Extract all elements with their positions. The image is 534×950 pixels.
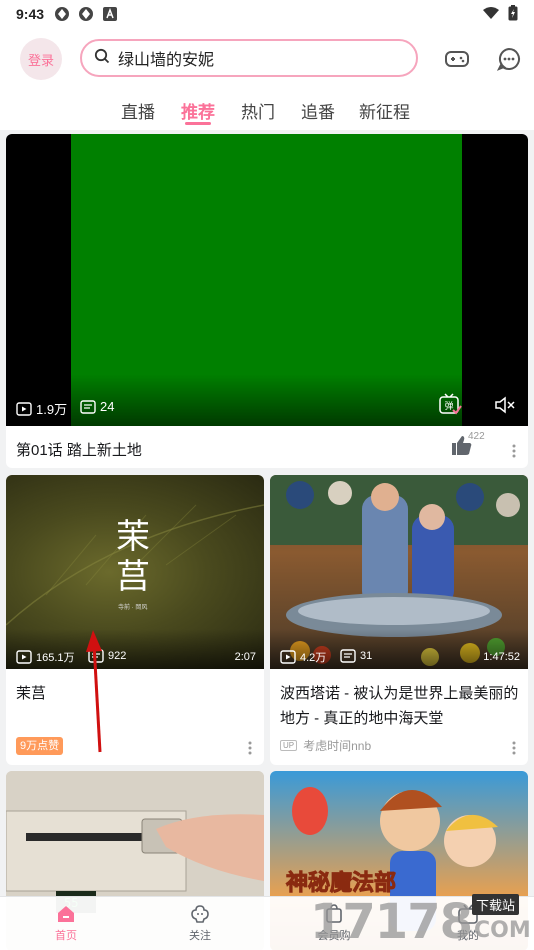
more-options-icon[interactable] bbox=[248, 741, 252, 755]
game-center-icon[interactable] bbox=[444, 46, 470, 72]
danmaku-count: 31 bbox=[340, 649, 372, 663]
home-icon bbox=[58, 906, 74, 922]
uploader-name: 考虑时间nnb bbox=[303, 739, 372, 753]
search-icon bbox=[94, 48, 110, 69]
nav-following[interactable]: 关注 bbox=[170, 903, 230, 943]
play-count-icon bbox=[16, 401, 32, 416]
danmaku-icon bbox=[340, 649, 356, 663]
danmaku-count: 24 bbox=[80, 399, 114, 414]
following-icon bbox=[191, 905, 209, 923]
annotation-arrow bbox=[86, 630, 102, 753]
video-title[interactable]: 茉莒 bbox=[16, 681, 256, 706]
danmaku-toggle-icon[interactable]: 弹 bbox=[438, 393, 466, 415]
video-card[interactable]: 4.2万 31 1:47:52 波西塔诺 - 被认为是世界上最美丽的地方 - 真… bbox=[270, 475, 528, 765]
uploader-line[interactable]: UP 考虑时间nnb bbox=[280, 737, 371, 754]
site-watermark: 17178 下载站 COM bbox=[310, 890, 534, 950]
video-card[interactable]: 茉 莒 寺前 · 岡风 165.1万 922 2:07 茉莒 9万点赞 bbox=[6, 475, 264, 765]
thumbnail-title-art: 茉 莒 bbox=[116, 518, 150, 596]
svg-text:弹: 弹 bbox=[444, 400, 453, 412]
featured-video-title[interactable]: 第01话 踏上新土地 bbox=[16, 439, 142, 460]
view-count: 4.2万 bbox=[280, 649, 326, 665]
tab-hot[interactable]: 热门 bbox=[241, 98, 275, 123]
login-button[interactable]: 登录 bbox=[20, 38, 62, 80]
message-icon[interactable] bbox=[496, 46, 522, 72]
app-notification-icon bbox=[102, 6, 118, 22]
top-bar: 登录 绿山墙的安妮 bbox=[0, 28, 534, 90]
notification-icon bbox=[54, 6, 70, 22]
play-count-icon bbox=[16, 650, 32, 664]
status-time: 9:43 bbox=[16, 6, 45, 22]
channel-tabs: 直播 推荐 热门 追番 新征程 bbox=[0, 90, 534, 130]
mute-icon[interactable] bbox=[494, 395, 520, 415]
like-count: 422 bbox=[468, 431, 485, 442]
video-duration: 1:47:52 bbox=[483, 651, 520, 663]
notification-icon bbox=[78, 6, 94, 22]
danmaku-icon bbox=[80, 399, 96, 414]
tab-new-journey[interactable]: 新征程 bbox=[359, 98, 410, 123]
video-duration: 2:07 bbox=[234, 651, 256, 663]
more-options-icon[interactable] bbox=[512, 741, 516, 755]
video-title[interactable]: 波西塔诺 - 被认为是世界上最美丽的地方 - 真正的地中海天堂 bbox=[280, 681, 520, 731]
watermark-brand: 17178 bbox=[310, 894, 473, 950]
watermark-suffix: COM bbox=[474, 918, 531, 943]
more-options-icon[interactable] bbox=[512, 444, 516, 458]
search-input[interactable]: 绿山墙的安妮 bbox=[80, 39, 418, 77]
video-thumbnail[interactable]: 4.2万 31 1:47:52 bbox=[270, 475, 528, 669]
status-bar: 9:43 bbox=[0, 0, 534, 28]
view-count: 165.1万 bbox=[16, 649, 75, 665]
play-count-icon bbox=[280, 650, 296, 664]
battery-icon bbox=[508, 4, 518, 24]
nav-home[interactable]: 首页 bbox=[36, 903, 96, 943]
wifi-icon bbox=[482, 6, 500, 23]
active-tab-indicator bbox=[185, 122, 211, 125]
video-player[interactable]: 1.9万 24 弹 bbox=[6, 134, 528, 426]
tab-anime[interactable]: 追番 bbox=[301, 98, 335, 123]
search-query-text: 绿山墙的安妮 bbox=[118, 52, 215, 69]
likes-badge: 9万点赞 bbox=[16, 737, 64, 755]
featured-video-card[interactable]: 1.9万 24 弹 第01话 踏上新土地 422 bbox=[6, 134, 528, 468]
video-thumbnail[interactable]: 茉 莒 寺前 · 岡风 165.1万 922 2:07 bbox=[6, 475, 264, 669]
tab-recommended[interactable]: 推荐 bbox=[181, 98, 215, 123]
up-tag: UP bbox=[280, 740, 298, 751]
view-count: 1.9万 bbox=[16, 399, 67, 418]
tab-live[interactable]: 直播 bbox=[121, 98, 155, 123]
thumbnail-caption: 寺前 · 岡风 bbox=[118, 605, 148, 611]
watermark-label: 下载站 bbox=[472, 894, 520, 915]
